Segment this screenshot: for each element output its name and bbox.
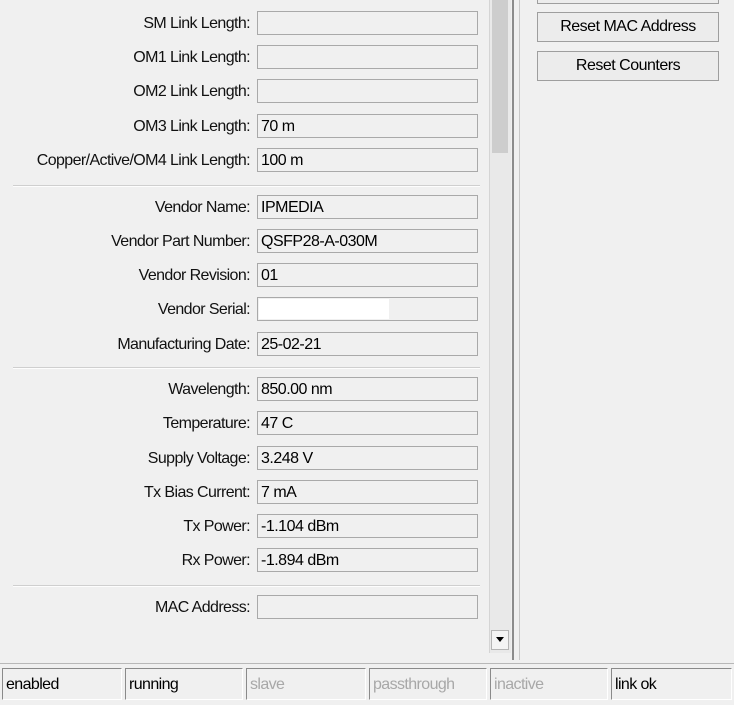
- field-row-om4-link-length: Copper/Active/OM4 Link Length: 100 m: [0, 148, 480, 174]
- status-passthrough: passthrough: [369, 668, 487, 700]
- section-divider: [13, 585, 480, 587]
- field-label: OM2 Link Length:: [133, 83, 250, 100]
- field-row-tx-bias-current: Tx Bias Current: 7 mA: [0, 480, 480, 506]
- field-label: Copper/Active/OM4 Link Length:: [36, 152, 251, 169]
- scroll-down-button[interactable]: [491, 630, 509, 650]
- vertical-scrollbar[interactable]: [489, 0, 511, 653]
- vendor-part-number-field[interactable]: QSFP28-A-030M: [257, 229, 478, 253]
- field-label: Tx Bias Current:: [144, 484, 251, 501]
- field-label: Rx Power:: [181, 552, 251, 569]
- field-label: Vendor Part Number:: [111, 233, 251, 250]
- field-row-vendor-revision: Vendor Revision: 01: [0, 263, 480, 289]
- om3-link-length-field[interactable]: 70 m: [257, 114, 478, 138]
- status-slave: slave: [246, 668, 366, 700]
- field-label: OM1 Link Length:: [133, 49, 250, 66]
- om4-link-length-field[interactable]: 100 m: [257, 148, 478, 172]
- field-label: MAC Address:: [154, 599, 251, 616]
- field-row-vendor-part-number: Vendor Part Number: QSFP28-A-030M: [0, 229, 480, 255]
- supply-voltage-field[interactable]: 3.248 V: [257, 446, 478, 470]
- field-label: Vendor Revision:: [138, 267, 251, 284]
- arrow-down-icon: [496, 637, 504, 642]
- vendor-serial-field[interactable]: [257, 297, 478, 321]
- field-row-supply-voltage: Supply Voltage: 3.248 V: [0, 446, 480, 472]
- field-row-tx-power: Tx Power: -1.104 dBm: [0, 514, 480, 540]
- field-label: Vendor Serial:: [157, 301, 251, 318]
- status-enabled: enabled: [2, 668, 122, 700]
- field-label: Wavelength:: [168, 381, 250, 398]
- section-divider: [13, 185, 480, 187]
- field-row-vendor-name: Vendor Name: IPMEDIA: [0, 195, 480, 221]
- scrollbar-thumb[interactable]: [492, 0, 508, 153]
- field-label: Tx Power:: [183, 518, 250, 535]
- tx-power-field[interactable]: -1.104 dBm: [257, 514, 478, 538]
- status-running: running: [125, 668, 243, 700]
- field-row-vendor-serial: Vendor Serial:: [0, 297, 480, 323]
- panel-divider: [512, 0, 514, 660]
- manufacturing-date-field[interactable]: 25-02-21: [257, 332, 478, 356]
- field-row-mac-address: MAC Address:: [0, 595, 480, 621]
- status-inactive: inactive: [490, 668, 608, 700]
- field-row-sm-link-length: SM Link Length:: [0, 11, 480, 37]
- reset-mac-address-button[interactable]: Reset MAC Address: [537, 12, 719, 42]
- vendor-revision-field[interactable]: 01: [257, 263, 478, 287]
- field-row-manufacturing-date: Manufacturing Date: 25-02-21: [0, 332, 480, 358]
- redacted-serial-block: [259, 299, 389, 319]
- tx-bias-current-field[interactable]: 7 mA: [257, 480, 478, 504]
- status-bar: enabled running slave passthrough inacti…: [0, 663, 734, 705]
- field-row-wavelength: Wavelength: 850.00 nm: [0, 377, 480, 403]
- om2-link-length-field[interactable]: [257, 79, 478, 103]
- sm-link-length-field[interactable]: [257, 11, 478, 35]
- field-label: OM3 Link Length:: [133, 118, 250, 135]
- wavelength-field[interactable]: 850.00 nm: [257, 377, 478, 401]
- field-label: Manufacturing Date:: [117, 336, 250, 353]
- field-label: SM Link Length:: [143, 15, 250, 32]
- field-row-rx-power: Rx Power: -1.894 dBm: [0, 548, 480, 574]
- field-label: Vendor Name:: [154, 199, 251, 216]
- field-row-om3-link-length: OM3 Link Length: 70 m: [0, 114, 480, 140]
- mac-address-field[interactable]: [257, 595, 478, 619]
- om1-link-length-field[interactable]: [257, 45, 478, 69]
- field-row-om2-link-length: OM2 Link Length:: [0, 79, 480, 105]
- status-link: link ok: [611, 668, 732, 700]
- field-row-om1-link-length: OM1 Link Length:: [0, 45, 480, 71]
- section-divider: [13, 367, 480, 369]
- reset-counters-button[interactable]: Reset Counters: [537, 51, 719, 81]
- field-label: Supply Voltage:: [147, 450, 251, 467]
- panel-divider-highlight: [519, 0, 520, 660]
- rx-power-field[interactable]: -1.894 dBm: [257, 548, 478, 572]
- temperature-field[interactable]: 47 C: [257, 411, 478, 435]
- vendor-name-field[interactable]: IPMEDIA: [257, 195, 478, 219]
- field-label: Temperature:: [162, 415, 251, 432]
- partially-hidden-button[interactable]: [537, 0, 719, 4]
- field-row-temperature: Temperature: 47 C: [0, 411, 480, 437]
- sfp-details-panel: SM Link Length: OM1 Link Length: OM2 Lin…: [0, 0, 489, 658]
